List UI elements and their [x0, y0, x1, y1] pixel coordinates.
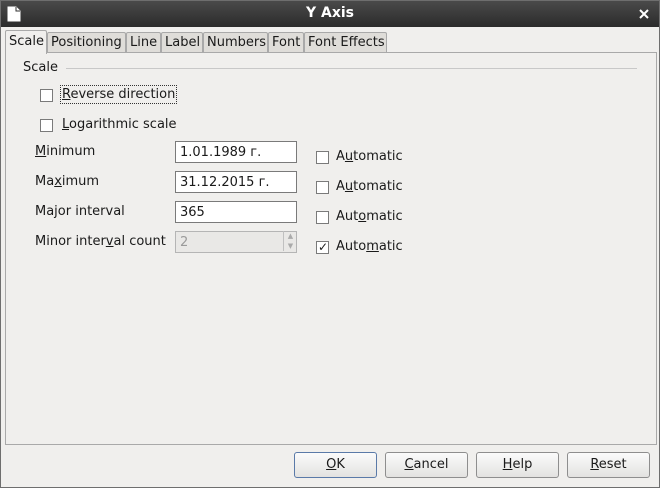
- label-part: everse direction: [70, 87, 176, 102]
- logarithmic-scale-label[interactable]: Logarithmic scale: [62, 117, 177, 132]
- accelerator-key: u: [344, 149, 354, 164]
- major-interval-automatic-checkbox[interactable]: [316, 211, 329, 224]
- minor-interval-count-label: Minor interval count: [35, 234, 166, 249]
- label-part: Auto: [336, 239, 367, 254]
- accelerator-key: L: [62, 117, 70, 132]
- maximum-automatic-checkbox[interactable]: [316, 181, 329, 194]
- accelerator-key: H: [502, 457, 513, 472]
- label-part: tomatic: [353, 179, 403, 194]
- major-interval-label: Major interval: [35, 204, 125, 219]
- spin-down-icon: ▼: [287, 242, 294, 250]
- spin-buttons: ▲ ▼: [283, 231, 297, 251]
- section-title: Scale: [23, 60, 58, 75]
- label-part: imum: [61, 174, 100, 189]
- label-part: A: [336, 149, 345, 164]
- tab-line[interactable]: Line: [126, 32, 161, 53]
- close-icon[interactable]: [637, 7, 651, 21]
- reverse-direction-label[interactable]: Reverse direction: [59, 85, 178, 104]
- maximum-input[interactable]: [175, 171, 297, 193]
- accelerator-key: x: [54, 174, 62, 189]
- accelerator-key: v: [105, 234, 114, 249]
- spin-up-icon: ▲: [287, 232, 294, 240]
- accelerator-key: M: [35, 144, 47, 159]
- reverse-direction-checkbox[interactable]: [40, 89, 53, 102]
- label-part: ogarithmic scale: [69, 117, 177, 132]
- tab-font-effects[interactable]: Font Effects: [304, 32, 387, 53]
- accelerator-key: u: [344, 179, 354, 194]
- ok-button[interactable]: OK: [294, 452, 377, 478]
- minor-interval-count-spinbox: ▲ ▼: [175, 231, 297, 253]
- logarithmic-scale-checkbox[interactable]: [40, 119, 53, 132]
- label-part: inimum: [46, 144, 96, 159]
- minimum-input[interactable]: [175, 141, 297, 163]
- label-part: Minor inter: [35, 234, 106, 249]
- help-button[interactable]: Help: [476, 452, 559, 478]
- label-part: Aut: [336, 209, 359, 224]
- button-label: K: [336, 457, 345, 472]
- reset-button[interactable]: Reset: [567, 452, 650, 478]
- label-part: atic: [378, 239, 403, 254]
- label-part: A: [336, 179, 345, 194]
- accelerator-key: m: [366, 239, 379, 254]
- tab-numbers[interactable]: Numbers: [203, 32, 268, 53]
- scale-panel: Scale Reverse direction Logarithmic scal…: [5, 52, 657, 445]
- maximum-automatic-label[interactable]: Automatic: [336, 179, 403, 194]
- y-axis-dialog: Y Axis Scale Positioning Line Label Numb…: [0, 0, 660, 488]
- button-label: elp: [512, 457, 533, 472]
- label-part: tomatic: [353, 149, 403, 164]
- minor-interval-automatic-label[interactable]: Automatic: [336, 239, 403, 254]
- major-interval-automatic-label[interactable]: Automatic: [336, 209, 403, 224]
- major-interval-input[interactable]: [175, 201, 297, 223]
- label-part: Ma: [35, 174, 55, 189]
- tab-scale[interactable]: Scale: [5, 30, 47, 54]
- button-label: ancel: [413, 457, 449, 472]
- label-part: al count: [113, 234, 166, 249]
- title-bar[interactable]: Y Axis: [1, 1, 659, 27]
- label-part: matic: [366, 209, 403, 224]
- accelerator-key: o: [358, 209, 367, 224]
- minor-interval-automatic-checkbox[interactable]: ✓: [316, 240, 329, 254]
- accelerator-key: R: [590, 457, 599, 472]
- accelerator-key: C: [404, 457, 414, 472]
- maximum-label: Maximum: [35, 174, 99, 189]
- button-label: eset: [598, 457, 627, 472]
- section-divider: [66, 68, 637, 69]
- tab-font[interactable]: Font: [268, 32, 304, 53]
- minimum-automatic-checkbox[interactable]: [316, 151, 329, 164]
- cancel-button[interactable]: Cancel: [385, 452, 468, 478]
- minor-interval-count-input: [175, 231, 297, 253]
- minimum-label: Minimum: [35, 144, 95, 159]
- tab-label[interactable]: Label: [161, 32, 203, 53]
- checkmark-icon: ✓: [318, 240, 329, 254]
- tab-positioning[interactable]: Positioning: [47, 32, 126, 53]
- minimum-automatic-label[interactable]: Automatic: [336, 149, 403, 164]
- window-title: Y Axis: [305, 5, 354, 21]
- accelerator-key: O: [326, 457, 337, 472]
